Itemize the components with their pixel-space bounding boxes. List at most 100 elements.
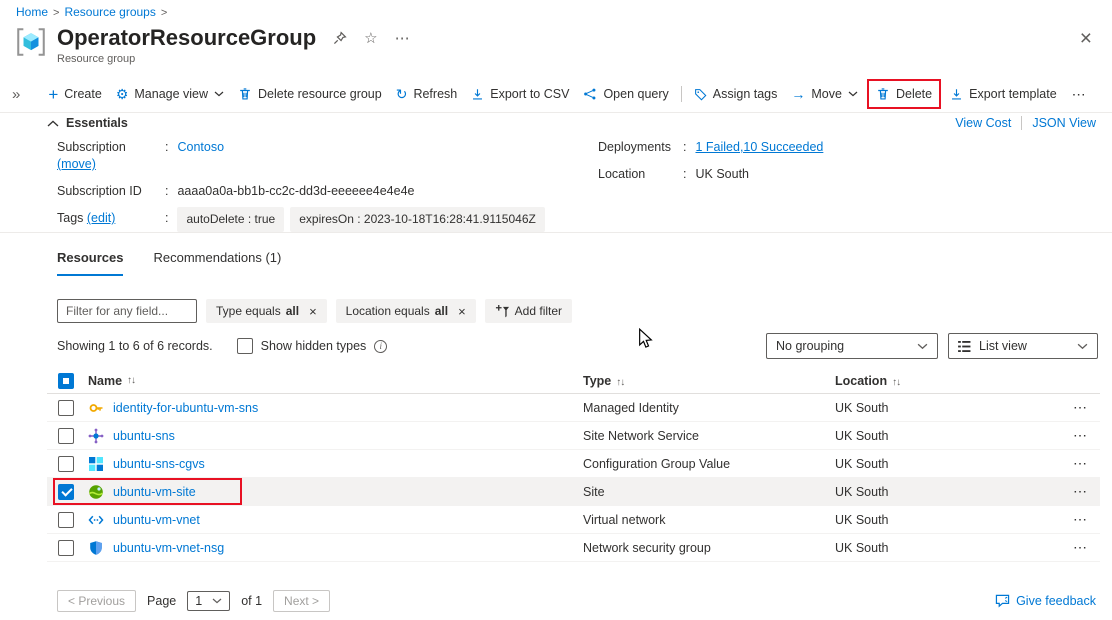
column-header-type[interactable]: Type↑↓	[583, 374, 835, 388]
resource-name-link[interactable]: ubuntu-vm-vnet	[113, 513, 200, 527]
resource-location: UK South	[835, 513, 1060, 527]
grouping-dropdown[interactable]: No grouping	[766, 333, 938, 359]
tags-row: Tags (edit) : autoDelete : true expiresO…	[57, 210, 562, 232]
delete-button[interactable]: Delete	[869, 81, 939, 107]
tags-edit-link[interactable]: (edit)	[87, 211, 115, 225]
download-icon	[950, 88, 963, 101]
row-checkbox[interactable]	[58, 512, 74, 528]
toolbar-overflow-icon[interactable]: ⋯	[1064, 86, 1094, 103]
select-all-checkbox[interactable]	[58, 373, 74, 389]
breadcrumb-separator: >	[53, 7, 59, 19]
row-more-icon[interactable]: ⋯	[1060, 399, 1100, 416]
row-more-icon[interactable]: ⋯	[1060, 539, 1100, 556]
table-row[interactable]: ubuntu-vm-vnet-nsg Network security grou…	[47, 534, 1100, 562]
page-select-value: 1	[195, 594, 202, 608]
subscription-id-value: aaaa0a0a-bb1b-cc2c-dd3d-eeeeee4e4e4e	[177, 183, 414, 200]
create-button[interactable]: + Create	[41, 81, 108, 107]
row-more-icon[interactable]: ⋯	[1060, 455, 1100, 472]
tag-pill[interactable]: autoDelete : true	[177, 207, 284, 232]
give-feedback-link[interactable]: Give feedback	[995, 594, 1096, 608]
export-csv-button[interactable]: Export to CSV	[464, 81, 576, 107]
remove-filter-icon[interactable]: ×	[309, 304, 317, 319]
delete-highlight-box: Delete	[867, 79, 941, 109]
table-row[interactable]: ubuntu-vm-vnet Virtual network UK South …	[47, 506, 1100, 534]
subscription-value-link[interactable]: Contoso	[177, 139, 224, 156]
tab-recommendations[interactable]: Recommendations (1)	[153, 250, 281, 276]
resource-type: Site	[583, 485, 835, 499]
filter-pill-location[interactable]: Location equals all ×	[336, 299, 476, 323]
subscription-move-link[interactable]: (move)	[57, 157, 96, 171]
filter-pill-type[interactable]: Type equals all ×	[206, 299, 327, 323]
close-icon[interactable]: ×	[1080, 28, 1092, 49]
sort-icon: ↑↓	[892, 377, 900, 388]
show-hidden-label: Show hidden types	[261, 339, 367, 353]
configuration-group-value-icon	[88, 456, 104, 472]
tab-resources[interactable]: Resources	[57, 250, 123, 276]
records-count-text: Showing 1 to 6 of 6 records.	[57, 339, 213, 353]
row-more-icon[interactable]: ⋯	[1060, 483, 1100, 500]
column-header-name[interactable]: Name↑↓	[88, 374, 583, 388]
row-more-icon[interactable]: ⋯	[1060, 427, 1100, 444]
show-hidden-checkbox[interactable]	[237, 338, 253, 354]
refresh-button[interactable]: ↻ Refresh	[389, 81, 465, 107]
json-view-link[interactable]: JSON View	[1032, 116, 1096, 130]
table-row[interactable]: ubuntu-sns Site Network Service UK South…	[47, 422, 1100, 450]
manage-view-button[interactable]: ⚙ Manage view	[109, 81, 231, 107]
delete-resource-group-button[interactable]: Delete resource group	[231, 81, 389, 107]
resource-location: UK South	[835, 429, 1060, 443]
add-filter-button[interactable]: Add filter	[485, 299, 572, 323]
row-checkbox[interactable]	[58, 456, 74, 472]
deployments-value-link[interactable]: 1 Failed,10 Succeeded	[695, 139, 823, 156]
page-select[interactable]: 1	[187, 591, 230, 611]
assign-tags-label: Assign tags	[713, 87, 778, 101]
table-row[interactable]: ubuntu-sns-cgvs Configuration Group Valu…	[47, 450, 1100, 478]
page-of-label: of 1	[241, 594, 262, 608]
view-cost-link[interactable]: View Cost	[955, 116, 1011, 130]
resource-name-link[interactable]: ubuntu-sns-cgvs	[113, 457, 205, 471]
remove-filter-icon[interactable]: ×	[458, 304, 466, 319]
breadcrumb-resource-groups-link[interactable]: Resource groups	[64, 5, 155, 19]
info-icon[interactable]: i	[374, 340, 387, 353]
view-dropdown[interactable]: List view	[948, 333, 1098, 359]
table-row[interactable]: ubuntu-vm-site Site UK South ⋯	[47, 478, 1100, 506]
filter-input[interactable]	[57, 299, 197, 323]
row-checkbox[interactable]	[58, 400, 74, 416]
tag-pills: autoDelete : true expiresOn : 2023-10-18…	[177, 207, 544, 232]
page-title: OperatorResourceGroup	[57, 25, 316, 51]
resource-name-link[interactable]: ubuntu-vm-site	[113, 485, 196, 499]
separator-colon: :	[165, 210, 168, 227]
resource-name-link[interactable]: ubuntu-vm-vnet-nsg	[113, 541, 224, 555]
trash-icon	[876, 87, 890, 101]
page-label: Page	[147, 594, 176, 608]
move-label: Move	[811, 87, 842, 101]
breadcrumb-home-link[interactable]: Home	[16, 5, 48, 19]
tag-pill[interactable]: expiresOn : 2023-10-18T16:28:41.9115046Z	[290, 207, 545, 232]
download-icon	[471, 88, 484, 101]
refresh-icon: ↻	[396, 87, 408, 101]
chevron-up-icon[interactable]	[47, 120, 59, 127]
row-checkbox[interactable]	[58, 484, 74, 500]
separator-colon: :	[165, 183, 168, 200]
assign-tags-button[interactable]: Assign tags	[687, 81, 785, 107]
filter-bar: Type equals all × Location equals all × …	[57, 299, 572, 323]
favorite-star-icon[interactable]: ☆	[364, 31, 377, 46]
previous-page-button[interactable]: < Previous	[57, 590, 136, 612]
table-row[interactable]: identity-for-ubuntu-vm-sns Managed Ident…	[47, 394, 1100, 422]
essentials-right-column: Deployments : 1 Failed,10 Succeeded Loca…	[598, 139, 1078, 193]
header-more-icon[interactable]: ⋯	[395, 31, 410, 46]
column-header-location[interactable]: Location↑↓	[835, 374, 1060, 388]
table-header: Name↑↓ Type↑↓ Location↑↓	[47, 368, 1100, 394]
open-query-button[interactable]: Open query	[576, 81, 675, 107]
delete-label: Delete	[896, 87, 932, 101]
pin-icon[interactable]	[333, 31, 347, 45]
move-button[interactable]: → Move	[784, 81, 865, 107]
next-page-button[interactable]: Next >	[273, 590, 330, 612]
resource-name-link[interactable]: ubuntu-sns	[113, 429, 175, 443]
export-template-button[interactable]: Export template	[943, 81, 1064, 107]
row-checkbox[interactable]	[58, 428, 74, 444]
row-checkbox[interactable]	[58, 540, 74, 556]
expand-pane-icon[interactable]: »	[12, 86, 20, 103]
location-row: Location : UK South	[598, 166, 1078, 183]
resource-name-link[interactable]: identity-for-ubuntu-vm-sns	[113, 401, 258, 415]
row-more-icon[interactable]: ⋯	[1060, 511, 1100, 528]
